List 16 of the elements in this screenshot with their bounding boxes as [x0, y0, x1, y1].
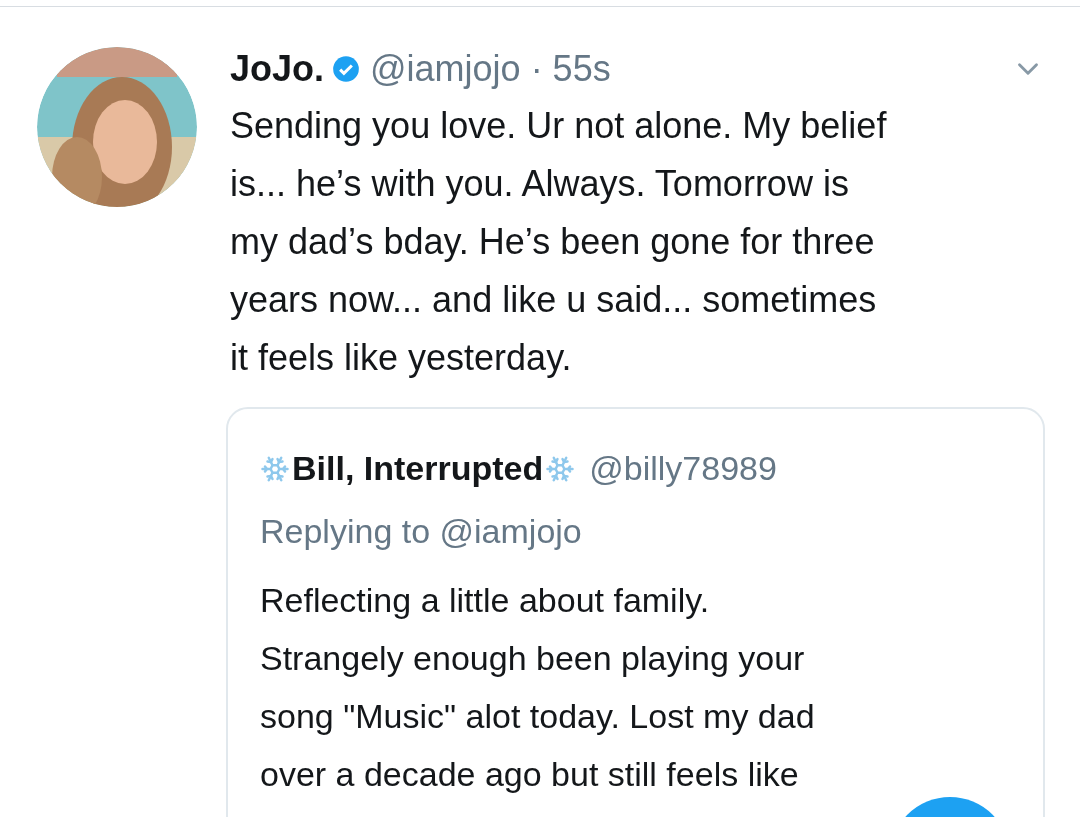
- quoted-text-line: Strangely enough been playing your: [260, 638, 806, 679]
- quoted-text-line: over a decade ago but still feels like: [260, 754, 800, 795]
- handle-and-time: @iamjojo · 55s: [370, 47, 611, 91]
- quoted-name: Bill, Interrupted: [292, 448, 544, 489]
- display-name[interactable]: JoJo.: [230, 42, 325, 96]
- snowflake-icon: [260, 453, 290, 484]
- quoted-text-line: song "Music" alot today. Lost my dad: [260, 696, 816, 737]
- quoted-handle: @billy78989: [589, 448, 777, 489]
- snowflake-icon: [545, 453, 576, 484]
- tweet-text-line: Sending you love. Ur not alone. My belief: [230, 104, 888, 148]
- tweet-text-line: it feels like yesterday.: [230, 336, 573, 380]
- quoted-text-line: Reflecting a little about family.: [260, 580, 711, 621]
- tweet-text-line: is... he’s with you. Always. Tomorrow is: [230, 162, 850, 206]
- tweet-text-line: years now... and like u said... sometimes: [230, 278, 878, 322]
- tweet-text-line: my dad’s bday. He’s been gone for three: [230, 220, 876, 264]
- replying-to: Replying to @iamjojo: [260, 511, 583, 552]
